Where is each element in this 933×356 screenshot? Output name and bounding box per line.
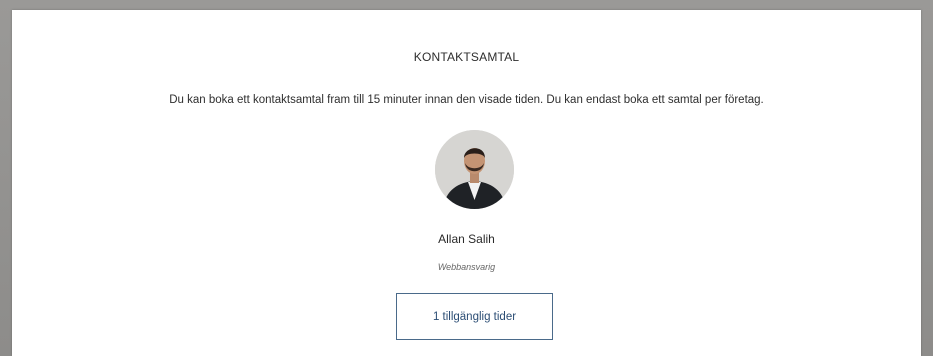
person-photo-icon [435,130,514,209]
booking-description: Du kan boka ett kontaktsamtal fram till … [169,94,764,106]
contact-call-card: KONTAKTSAMTAL Du kan boka ett kontaktsam… [12,10,921,356]
avatar [435,130,514,209]
section-title: KONTAKTSAMTAL [413,50,520,64]
window-background: KONTAKTSAMTAL Du kan boka ett kontaktsam… [0,0,933,356]
contact-role: Webbansvarig [437,262,496,272]
contact-name: Allan Salih [438,232,495,246]
available-times-button[interactable]: 1 tillgänglig tider [396,293,553,340]
